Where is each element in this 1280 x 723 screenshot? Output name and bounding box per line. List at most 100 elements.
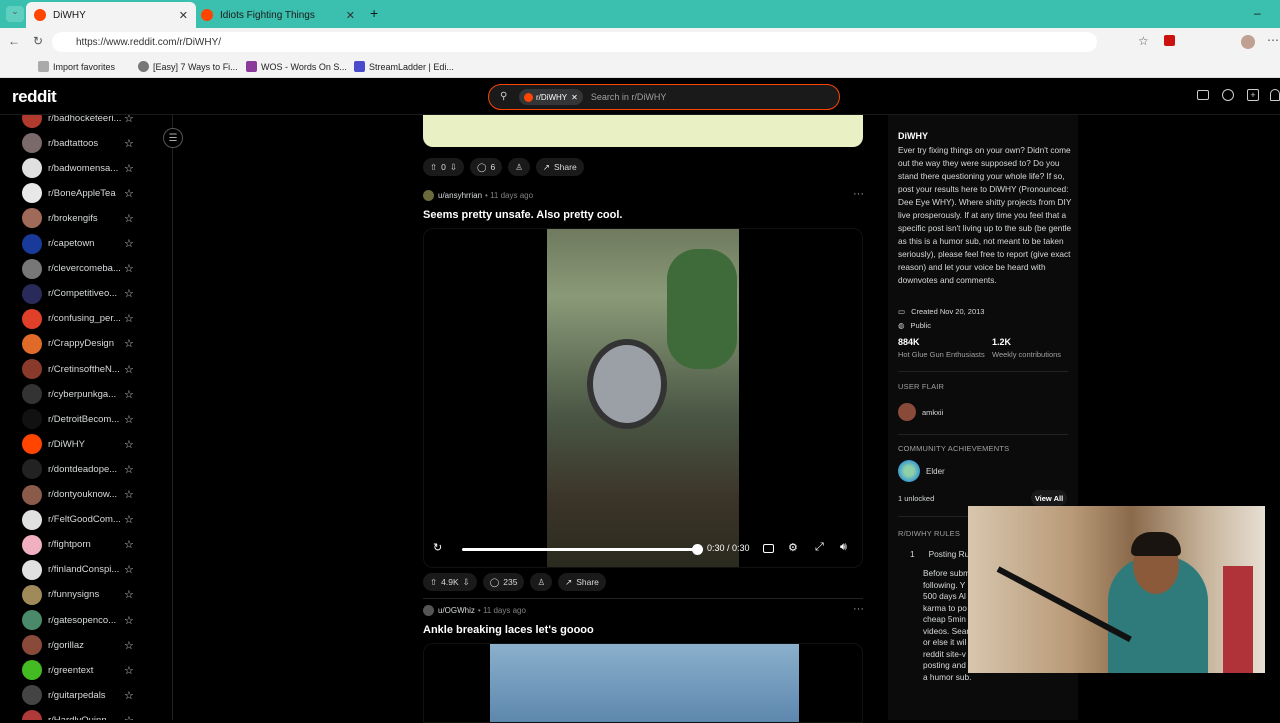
favorite-star-icon[interactable]: ☆ xyxy=(124,337,134,350)
sidebar-item[interactable]: r/brokengifs ☆ xyxy=(22,207,162,229)
back-icon[interactable]: ← xyxy=(8,34,20,48)
sidebar-item[interactable]: r/DetroitBecom... ☆ xyxy=(22,408,162,430)
advertise-icon[interactable] xyxy=(1197,90,1209,100)
sidebar-item[interactable]: r/cyberpunkga... ☆ xyxy=(22,383,162,405)
favorite-star-icon[interactable]: ☆ xyxy=(124,563,134,576)
chip-close-icon[interactable]: ✕ xyxy=(571,93,578,102)
volume-icon[interactable]: 🔊︎ xyxy=(840,541,847,554)
favorite-star-icon[interactable]: ☆ xyxy=(124,463,134,476)
comments-button[interactable]: ◯ 235 xyxy=(482,573,525,591)
favorite-star-icon[interactable]: ☆ xyxy=(124,639,134,652)
sidebar-item[interactable]: r/badwomensa... ☆ xyxy=(22,157,162,179)
sidebar-item[interactable]: r/gorillaz ☆ xyxy=(22,634,162,656)
favorite-star-icon[interactable]: ☆ xyxy=(124,162,134,175)
favorites-star-icon[interactable]: ☆ xyxy=(1138,34,1149,48)
sidebar-item[interactable]: r/dontyouknow... ☆ xyxy=(22,484,162,506)
subreddit-chip[interactable]: r/DiWHY ✕ xyxy=(519,89,583,105)
favorite-star-icon[interactable]: ☆ xyxy=(124,187,134,200)
sidebar-item[interactable]: r/FeltGoodCom... ☆ xyxy=(22,509,162,531)
view-all-button[interactable]: View All xyxy=(1031,490,1067,506)
favorite-star-icon[interactable]: ☆ xyxy=(124,714,134,720)
favorite-star-icon[interactable]: ☆ xyxy=(124,588,134,601)
menu-icon[interactable]: ⋯ xyxy=(1267,33,1279,47)
more-options-icon[interactable]: ··· xyxy=(853,603,864,615)
sidebar-item[interactable]: r/Competitiveo... ☆ xyxy=(22,283,162,305)
favorite-star-icon[interactable]: ☆ xyxy=(124,287,134,300)
previous-post-image[interactable] xyxy=(423,115,863,147)
sidebar-item[interactable]: r/fightporn ☆ xyxy=(22,534,162,556)
captions-icon[interactable] xyxy=(763,544,774,553)
seek-handle[interactable] xyxy=(692,544,703,555)
url-field[interactable]: https://www.reddit.com/r/DiWHY/ xyxy=(52,32,1097,52)
sidebar-item[interactable]: r/finlandConspi... ☆ xyxy=(22,559,162,581)
post-author[interactable]: u/ansyhrrian xyxy=(438,191,482,200)
share-button[interactable]: ↗ Share xyxy=(558,573,606,591)
tab-diwhy[interactable]: DiWHY ✕ xyxy=(26,2,196,28)
bookmark-wos[interactable]: WOS - Words On S... xyxy=(246,61,347,72)
favorite-star-icon[interactable]: ☆ xyxy=(124,262,134,275)
favorite-star-icon[interactable]: ☆ xyxy=(124,115,134,125)
favorite-star-icon[interactable]: ☆ xyxy=(124,413,134,426)
rule-1[interactable]: 1 Posting Ru xyxy=(898,549,969,559)
create-post-icon[interactable]: + xyxy=(1247,89,1259,101)
comments-button[interactable]: ◯ 6 xyxy=(469,158,503,176)
minimize-icon[interactable]: – xyxy=(1254,6,1261,20)
search-bar[interactable]: ⚲ r/DiWHY ✕ Search in r/DiWHY xyxy=(488,84,840,110)
favorite-star-icon[interactable]: ☆ xyxy=(124,614,134,627)
upvote-icon[interactable]: ⇧ xyxy=(430,162,437,173)
more-options-icon[interactable]: ··· xyxy=(853,188,864,200)
notifications-icon[interactable] xyxy=(1270,89,1280,101)
seek-bar[interactable] xyxy=(462,548,698,551)
favorite-star-icon[interactable]: ☆ xyxy=(124,438,134,451)
new-tab-icon[interactable]: + xyxy=(370,5,378,21)
favorite-star-icon[interactable]: ☆ xyxy=(124,388,134,401)
settings-gear-icon[interactable]: ⚙ xyxy=(788,541,798,554)
sidebar-item[interactable]: r/HardlyQuinn ☆ xyxy=(22,709,162,720)
downvote-icon[interactable]: ⇩ xyxy=(463,577,470,588)
avatar[interactable] xyxy=(423,190,434,201)
sidebar-item[interactable]: r/funnysigns ☆ xyxy=(22,584,162,606)
extension-icon[interactable] xyxy=(1164,35,1175,46)
favorite-star-icon[interactable]: ☆ xyxy=(124,689,134,702)
sidebar-item[interactable]: r/confusing_per... ☆ xyxy=(22,308,162,330)
chat-icon[interactable] xyxy=(1222,89,1234,101)
sidebar-item[interactable]: r/badhocketeeri... ☆ xyxy=(22,115,162,129)
favorite-star-icon[interactable]: ☆ xyxy=(124,664,134,677)
reddit-logo[interactable]: reddit xyxy=(12,87,57,107)
downvote-icon[interactable]: ⇩ xyxy=(450,162,457,173)
sidebar-item[interactable]: r/CretinsoftheN... ☆ xyxy=(22,358,162,380)
award-button[interactable]: ♙ xyxy=(530,573,553,591)
award-button[interactable]: ♙ xyxy=(508,158,530,176)
bookmark-streamladder[interactable]: StreamLadder | Edi... xyxy=(354,61,454,72)
sidebar-item[interactable]: r/BoneAppleTea ☆ xyxy=(22,182,162,204)
post2-media[interactable] xyxy=(423,643,863,723)
favorite-star-icon[interactable]: ☆ xyxy=(124,312,134,325)
collapse-sidebar-button[interactable]: ☰ xyxy=(163,128,183,148)
achievement-row[interactable]: Elder xyxy=(898,460,945,482)
tab-idiots[interactable]: Idiots Fighting Things ✕ xyxy=(193,2,363,28)
sidebar-item[interactable]: r/clevercomeba... ☆ xyxy=(22,258,162,280)
replay-icon[interactable]: ↻ xyxy=(433,541,442,554)
upvote-icon[interactable]: ⇧ xyxy=(430,577,437,588)
tab-actions-icon[interactable]: ⌄ xyxy=(6,6,24,22)
favorite-star-icon[interactable]: ☆ xyxy=(124,363,134,376)
fullscreen-icon[interactable]: ⤢ xyxy=(815,541,824,554)
video-player[interactable]: ↻ 0:30 / 0:30 ⚙ ⤢ 🔊︎ xyxy=(423,228,863,568)
favorite-star-icon[interactable]: ☆ xyxy=(124,137,134,150)
refresh-icon[interactable]: ↻ xyxy=(33,34,43,48)
bookmark-import-favorites[interactable]: Import favorites xyxy=(38,61,115,72)
share-button[interactable]: ↗ Share xyxy=(535,158,584,176)
sidebar-item[interactable]: r/greentext ☆ xyxy=(22,659,162,681)
favorite-star-icon[interactable]: ☆ xyxy=(124,538,134,551)
close-tab-icon[interactable]: ✕ xyxy=(179,9,188,22)
favorite-star-icon[interactable]: ☆ xyxy=(124,488,134,501)
favorite-star-icon[interactable]: ☆ xyxy=(124,212,134,225)
sidebar-item[interactable]: r/guitarpedals ☆ xyxy=(22,684,162,706)
user-flair-row[interactable]: amkxii xyxy=(898,403,943,421)
video-frame[interactable] xyxy=(547,229,739,567)
sidebar-item[interactable]: r/capetown ☆ xyxy=(22,233,162,255)
post-title[interactable]: Ankle breaking laces let's goooo xyxy=(423,624,594,636)
bookmark-easy-7-ways[interactable]: [Easy] 7 Ways to Fi... xyxy=(138,61,238,72)
sidebar-item[interactable]: r/CrappyDesign ☆ xyxy=(22,333,162,355)
close-tab-icon[interactable]: ✕ xyxy=(346,9,355,22)
